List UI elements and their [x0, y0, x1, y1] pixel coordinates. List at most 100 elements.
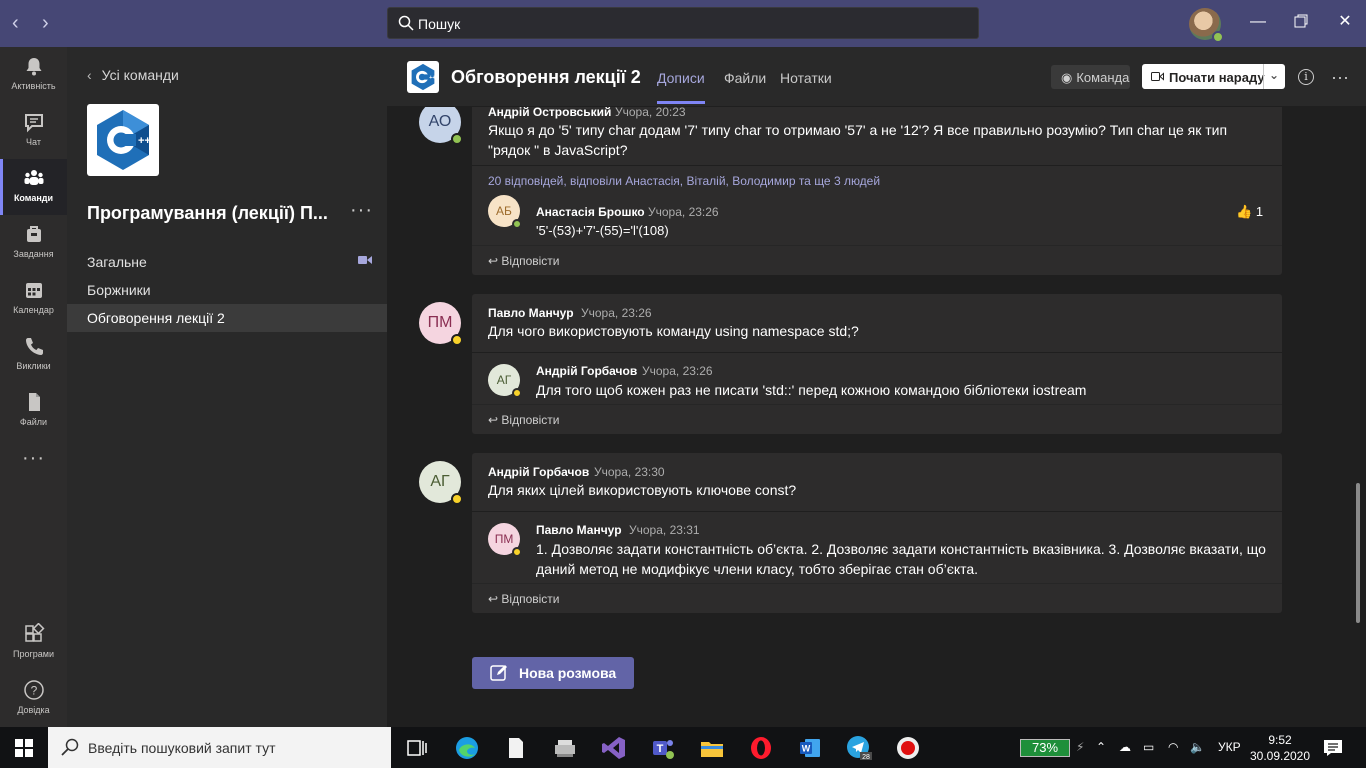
avatar[interactable]: АГ: [419, 461, 463, 505]
reply-text: Для того щоб кожен раз не писати 'std::'…: [536, 382, 1087, 398]
rail-apps[interactable]: Програми: [0, 615, 67, 671]
svg-text:++: ++: [138, 135, 151, 147]
video-camera-icon: [1151, 72, 1164, 81]
avatar[interactable]: ПМ: [488, 523, 522, 557]
rail-chat[interactable]: Чат: [0, 103, 67, 159]
team-button[interactable]: ◉ Команда: [1051, 65, 1130, 89]
channel-title: Обговорення лекції 2: [451, 67, 641, 87]
tab-files[interactable]: Файли: [724, 70, 766, 86]
reply-button[interactable]: ↩ Відповісти: [488, 592, 560, 606]
post-author[interactable]: Андрій Горбачов: [488, 465, 589, 479]
avatar[interactable]: ПМ: [419, 302, 463, 346]
new-conversation-button[interactable]: Нова розмова: [472, 657, 634, 689]
reply-button[interactable]: ↩ Відповісти: [488, 413, 560, 427]
chevron-down-icon[interactable]: ⌄: [1269, 68, 1279, 82]
rail-files[interactable]: Файли: [0, 383, 67, 439]
file-icon: [28, 393, 40, 411]
more-options-button[interactable]: ···: [1331, 67, 1349, 88]
task-view-icon[interactable]: [404, 735, 430, 761]
windows-start-icon[interactable]: [15, 739, 33, 757]
teams-pane: ‹ Усі команди ++ Програмування (лекції) П…: [67, 47, 387, 727]
show-hidden-icons-chevron-icon[interactable]: ⌃: [1096, 740, 1106, 754]
reply-author[interactable]: Анастасія Брошко: [536, 205, 645, 219]
cpp-logo-icon: ++: [411, 63, 436, 91]
user-avatar[interactable]: [1189, 8, 1224, 43]
battery-indicator[interactable]: 73%: [1020, 739, 1070, 757]
post-author[interactable]: Павло Манчур: [488, 306, 574, 320]
notepad-icon[interactable]: [503, 735, 529, 761]
meet-now-button[interactable]: Почати нараду ⌄: [1142, 64, 1285, 89]
avatar[interactable]: АГ: [488, 364, 522, 398]
notifications-icon[interactable]: [1323, 739, 1343, 757]
opera-icon[interactable]: [748, 735, 774, 761]
close-button[interactable]: ✕: [1337, 14, 1353, 30]
info-icon[interactable]: i: [1298, 69, 1314, 85]
channel-lecture-2[interactable]: Обговорення лекції 2: [67, 304, 387, 332]
telegram-icon[interactable]: 28: [846, 735, 872, 761]
file-explorer-icon[interactable]: [699, 735, 725, 761]
rail-teams[interactable]: Команди: [0, 159, 67, 215]
volume-icon[interactable]: 🔈: [1190, 740, 1205, 754]
reply-author[interactable]: Павло Манчур: [536, 523, 622, 537]
taskbar-search-input[interactable]: Введіть пошуковий запит тут: [48, 727, 391, 768]
rail-calendar[interactable]: Календар: [0, 271, 67, 327]
chevron-left-icon: ‹: [87, 67, 92, 83]
search-icon: [398, 15, 414, 31]
channel-debtors[interactable]: Боржники: [67, 276, 387, 304]
reply-text: 1. Дозволяє задати константність об’єкта…: [536, 541, 1266, 557]
post-author[interactable]: Андрій Островський: [488, 107, 611, 119]
title-bar: ‹ › Пошук — ✕: [0, 0, 1366, 47]
word-icon[interactable]: W: [797, 735, 823, 761]
channel-general[interactable]: Загальне: [67, 248, 387, 276]
calendar-icon: [25, 283, 42, 298]
reply-text: даний метод не модифікує члени класу, то…: [536, 561, 979, 577]
team-more-options-button[interactable]: ···: [350, 199, 373, 222]
avatar[interactable]: АО: [419, 107, 463, 145]
back-arrow-icon[interactable]: ‹: [12, 13, 19, 33]
rail-activity[interactable]: Активність: [0, 47, 67, 103]
post-time: Учора, 23:26: [581, 306, 652, 320]
status-available-icon: [451, 133, 463, 145]
help-icon: ?: [23, 680, 44, 700]
all-teams-link[interactable]: ‹ Усі команди: [87, 67, 179, 83]
maximize-button[interactable]: [1293, 14, 1309, 30]
rail-help[interactable]: ? Довідка: [0, 671, 67, 727]
reply-time: Учора, 23:31: [629, 523, 700, 537]
language-indicator[interactable]: УКР: [1218, 740, 1241, 754]
onedrive-cloud-icon[interactable]: ☁: [1119, 740, 1131, 754]
team-logo: ++: [87, 104, 159, 176]
apps-icon: [24, 623, 45, 642]
visual-studio-icon[interactable]: [601, 735, 627, 761]
chat-icon: [24, 114, 43, 133]
app-bar: Активність Чат Команди Завдання Календар…: [0, 47, 67, 727]
teams-app-icon[interactable]: T: [650, 735, 676, 761]
scanner-icon[interactable]: [552, 735, 578, 761]
like-reaction[interactable]: 👍 1: [1236, 204, 1263, 220]
team-name[interactable]: Програмування (лекції) П...: [87, 203, 328, 224]
avatar[interactable]: АБ: [488, 195, 522, 229]
edge-icon[interactable]: [454, 735, 480, 761]
forward-arrow-icon[interactable]: ›: [42, 13, 49, 33]
reply-button[interactable]: ↩ Відповісти: [488, 254, 560, 268]
rail-assignments[interactable]: Завдання: [0, 215, 67, 271]
more-apps-button[interactable]: ···: [0, 447, 67, 487]
tab-notes[interactable]: Нотатки: [780, 70, 832, 86]
status-away-icon: [451, 493, 463, 505]
posts-feed: АО Андрій Островський Учора, 20:23 Якщо …: [387, 107, 1366, 727]
video-camera-icon: [358, 256, 372, 264]
scrollbar[interactable]: [1356, 483, 1360, 623]
screen-recorder-icon[interactable]: [895, 735, 921, 761]
minimize-button[interactable]: —: [1250, 14, 1266, 30]
battery-icon[interactable]: ▭: [1143, 740, 1154, 754]
teams-icon: [24, 170, 43, 185]
reply-author[interactable]: Андрій Горбачов: [536, 364, 637, 378]
tab-posts[interactable]: Дописи: [657, 70, 705, 104]
search-input[interactable]: Пошук: [387, 7, 979, 39]
wifi-icon[interactable]: ◠: [1168, 740, 1178, 754]
post-text: Для яких цілей використовують ключове co…: [488, 482, 797, 498]
svg-text:W: W: [802, 744, 811, 754]
replies-summary-link[interactable]: 20 відповідей, відповіли Анастасія, Віта…: [488, 174, 880, 188]
reply-time: Учора, 23:26: [648, 205, 719, 219]
rail-calls[interactable]: Виклики: [0, 327, 67, 383]
clock[interactable]: 9:52 30.09.2020: [1247, 732, 1313, 764]
